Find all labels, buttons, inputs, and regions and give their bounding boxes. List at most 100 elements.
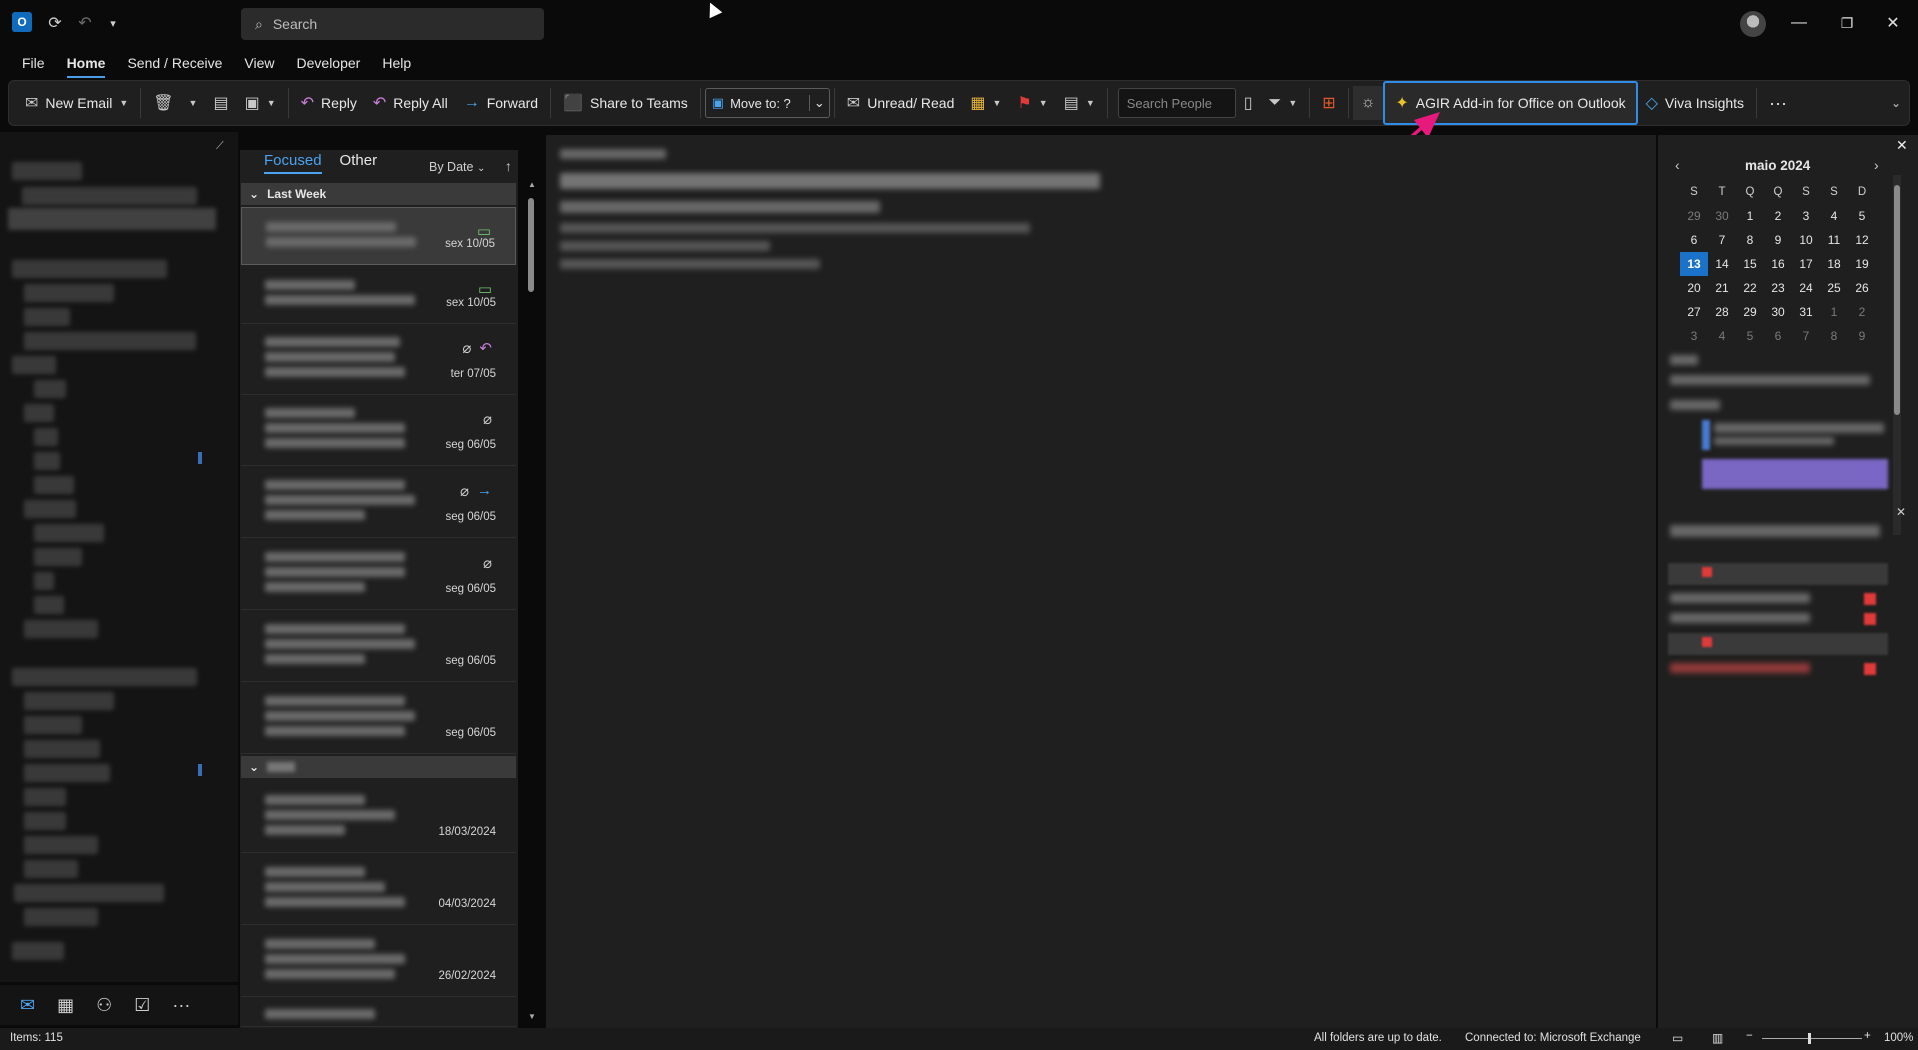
list-item[interactable]: ▭ sex 10/05 <box>241 266 516 324</box>
minimize-icon[interactable]: — <box>1776 8 1822 38</box>
address-book-button[interactable]: ▯ <box>1236 86 1261 120</box>
chevron-left-icon[interactable]: ‹ <box>1675 157 1680 173</box>
calendar-day[interactable]: 6 <box>1680 228 1708 252</box>
reply-button[interactable]: ↶ Reply <box>293 86 365 120</box>
folder-item[interactable] <box>14 884 164 902</box>
calendar-day[interactable]: 14 <box>1708 252 1736 276</box>
folder-item[interactable] <box>24 500 76 518</box>
list-item[interactable]: seg 06/05 <box>241 684 516 754</box>
calendar-day[interactable]: 1 <box>1736 204 1764 228</box>
unread-read-button[interactable]: ✉ Unread/ Read <box>839 86 963 120</box>
people-icon[interactable]: ⚇ <box>96 995 112 1016</box>
folder-item[interactable] <box>24 836 98 854</box>
task-group[interactable] <box>1668 563 1888 585</box>
undo-icon[interactable]: ↶ <box>74 12 96 34</box>
calendar-day[interactable]: 27 <box>1680 300 1708 324</box>
group-header-older[interactable]: ⌄ <box>241 756 516 778</box>
folder-item[interactable] <box>24 740 100 758</box>
chevron-down-icon[interactable]: ⌄ <box>808 95 825 111</box>
folder-item[interactable] <box>24 764 110 782</box>
scroll-thumb[interactable] <box>528 198 534 292</box>
folder-item[interactable] <box>24 284 114 302</box>
folder-item[interactable] <box>24 620 98 638</box>
calendar-day-today[interactable]: 13 <box>1680 252 1708 276</box>
reading-view-icon[interactable]: ▥ <box>1712 1031 1723 1045</box>
group-header-last-week[interactable]: ⌄ Last Week <box>241 183 516 205</box>
sort-by-date-button[interactable]: By Date ⌄ ↑ <box>429 158 512 174</box>
collapse-pane-icon[interactable]: ⟋ <box>216 140 224 153</box>
folder-item[interactable] <box>12 942 64 960</box>
list-item[interactable]: ⌀ → seg 06/05 <box>241 468 516 538</box>
chevron-down-icon[interactable]: ▼ <box>993 98 1002 108</box>
folder-item[interactable] <box>34 428 58 446</box>
list-item[interactable]: ⌀ ↶ ter 07/05 <box>241 325 516 395</box>
zoom-out-icon[interactable]: − <box>1746 1030 1753 1042</box>
restore-icon[interactable]: ❐ <box>1824 8 1870 38</box>
calendar-day[interactable]: 30 <box>1708 204 1736 228</box>
folder-item[interactable] <box>34 476 74 494</box>
folder-item[interactable] <box>12 260 167 278</box>
calendar-day[interactable]: 12 <box>1848 228 1876 252</box>
folder-item[interactable] <box>24 812 66 830</box>
calendar-day[interactable]: 21 <box>1708 276 1736 300</box>
list-item[interactable] <box>241 999 516 1027</box>
folder-item[interactable] <box>24 332 196 350</box>
list-item[interactable]: seg 06/05 <box>241 612 516 682</box>
calendar-day[interactable]: 15 <box>1736 252 1764 276</box>
folder-item[interactable] <box>12 162 82 180</box>
calendar-day[interactable]: 22 <box>1736 276 1764 300</box>
folder-item[interactable] <box>24 908 98 926</box>
search-input[interactable]: ⌕ Search <box>241 8 544 40</box>
calendar-day[interactable]: 9 <box>1848 324 1876 348</box>
calendar-day[interactable]: 8 <box>1820 324 1848 348</box>
tab-other[interactable]: Other <box>340 152 378 169</box>
chevron-down-icon[interactable]: ▼ <box>267 98 276 108</box>
calendar-day[interactable]: 10 <box>1792 228 1820 252</box>
tab-developer[interactable]: Developer <box>297 55 361 74</box>
calendar-day[interactable]: 28 <box>1708 300 1736 324</box>
archive-button[interactable]: ▤ <box>205 86 236 120</box>
calendar-day[interactable]: 5 <box>1848 204 1876 228</box>
calendar-day[interactable]: 30 <box>1764 300 1792 324</box>
calendar-day[interactable]: 17 <box>1792 252 1820 276</box>
folder-item-selected[interactable] <box>8 208 216 230</box>
calendar-day[interactable]: 20 <box>1680 276 1708 300</box>
filter-button[interactable]: ⏷ ▼ <box>1261 86 1306 120</box>
calendar-day[interactable]: 1 <box>1820 300 1848 324</box>
calendar-day[interactable]: 7 <box>1792 324 1820 348</box>
tab-focused[interactable]: Focused <box>264 152 322 174</box>
calendar-day[interactable]: 26 <box>1848 276 1876 300</box>
move-to-quickstep[interactable]: ▣ Move to: ? ⌄ <box>704 88 830 118</box>
calendar-day[interactable]: 9 <box>1764 228 1792 252</box>
list-item[interactable]: ⌀ seg 06/05 <box>241 396 516 466</box>
more-commands-button[interactable]: ··· <box>1761 86 1795 120</box>
ribbon-expand-button[interactable]: ⌄ <box>1883 86 1909 120</box>
folder-item[interactable] <box>24 404 54 422</box>
calendar-day[interactable]: 19 <box>1848 252 1876 276</box>
folder-item[interactable] <box>24 788 66 806</box>
folder-item[interactable] <box>24 308 70 326</box>
tab-file[interactable]: File <box>22 55 45 74</box>
categorize-button[interactable]: ▦ ▼ <box>962 86 1009 120</box>
calendar-day[interactable]: 7 <box>1708 228 1736 252</box>
calendar-day[interactable]: 4 <box>1708 324 1736 348</box>
folder-item[interactable] <box>22 187 197 205</box>
calendar-day[interactable]: 2 <box>1848 300 1876 324</box>
share-to-teams-button[interactable]: ⬛ Share to Teams <box>555 86 696 120</box>
list-item[interactable]: 18/03/2024 <box>241 783 516 853</box>
calendar-day[interactable]: 24 <box>1792 276 1820 300</box>
chevron-down-icon[interactable]: ▼ <box>1086 98 1095 108</box>
calendar-day[interactable]: 3 <box>1792 204 1820 228</box>
calendar-day[interactable]: 23 <box>1764 276 1792 300</box>
new-email-button[interactable]: ✉ New Email ▼ <box>17 86 136 120</box>
calendar-icon[interactable]: ▦ <box>57 995 74 1016</box>
folder-item[interactable] <box>24 860 78 878</box>
calendar-day[interactable]: 11 <box>1820 228 1848 252</box>
calendar-day[interactable]: 29 <box>1680 204 1708 228</box>
close-icon[interactable]: ✕ <box>1870 8 1916 38</box>
delete-button[interactable]: 🗑 ▼ <box>145 86 205 120</box>
folder-item[interactable] <box>12 668 197 686</box>
calendar-day[interactable]: 31 <box>1792 300 1820 324</box>
more-apps-icon[interactable]: ··· <box>172 995 190 1016</box>
zoom-slider-thumb[interactable] <box>1808 1033 1811 1044</box>
